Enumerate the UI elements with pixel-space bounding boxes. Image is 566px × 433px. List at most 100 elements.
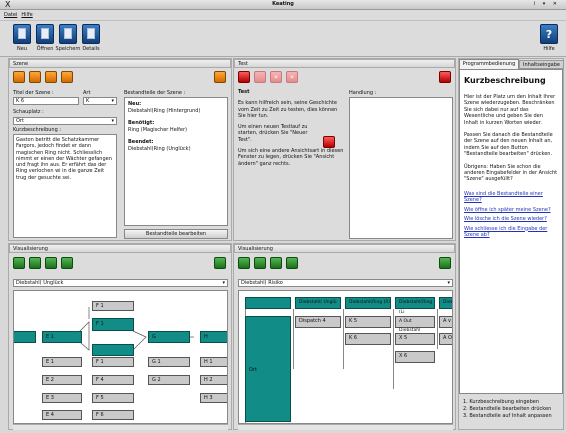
vis-cell[interactable]: Dispatch 4 bbox=[295, 316, 341, 328]
edit-parts-button[interactable]: Bestandteile bearbeiten bbox=[124, 229, 228, 239]
vis-view-button[interactable] bbox=[214, 257, 226, 269]
help-link[interactable]: Wie öffne ich später meine Szene? bbox=[464, 207, 558, 213]
vis-cell-selected[interactable]: Ort bbox=[245, 316, 291, 422]
vis-box[interactable]: H 1 bbox=[200, 357, 227, 367]
help-button[interactable]: ? Hilfe bbox=[537, 24, 561, 56]
test-info: Test Es kann hilfreich sein, seine Gesch… bbox=[238, 89, 346, 239]
horizontal-scrollbar[interactable] bbox=[13, 424, 228, 430]
scene-title-input[interactable]: K 6 bbox=[13, 97, 79, 105]
vis-box[interactable]: E 4 bbox=[42, 410, 82, 420]
test-panel-header: Test bbox=[234, 59, 455, 68]
vis-box-selected[interactable] bbox=[14, 331, 36, 343]
scene-open-button[interactable] bbox=[29, 71, 41, 83]
start-test-button[interactable] bbox=[323, 136, 335, 148]
scene-place-label: Schauplatz : bbox=[13, 109, 44, 115]
help-step: 1. Kurzbeschreibung eingeben bbox=[463, 399, 540, 405]
vis-cell[interactable]: K 6 bbox=[345, 333, 391, 345]
vis-box-selected[interactable]: E 1 bbox=[42, 331, 82, 343]
help-question-icon: ? bbox=[540, 24, 558, 44]
vis-cell[interactable]: X 6 bbox=[395, 351, 435, 363]
vis-box-selected[interactable] bbox=[92, 344, 134, 356]
vis-cell[interactable]: A O bbox=[439, 333, 452, 345]
vis-box[interactable]: E 2 bbox=[42, 375, 82, 385]
vis-cell[interactable]: X 5 bbox=[395, 333, 435, 345]
vis-copy-button[interactable] bbox=[286, 257, 298, 269]
test-paragraph-1: Es kann hilfreich sein, seine Geschichte… bbox=[238, 100, 338, 119]
vis-cell[interactable]: K 5 bbox=[345, 316, 391, 328]
scene-panel: Szene Titel der Szene : K 6 Art K ▾ Schau… bbox=[8, 58, 232, 241]
test-title: Test bbox=[238, 89, 250, 95]
vis-cell[interactable]: A Out Diebstahl bbox=[395, 316, 435, 333]
vis-box-selected[interactable]: G bbox=[148, 331, 190, 343]
test-panel: Test « » Test Es kann hilfreich sein, se… bbox=[233, 58, 456, 241]
chevron-down-icon: ▾ bbox=[111, 98, 114, 104]
help-title: Kurzbeschreibung bbox=[464, 76, 546, 85]
rewind-icon[interactable]: « bbox=[270, 71, 282, 83]
chevron-down-icon: ▾ bbox=[111, 118, 114, 124]
vis-box-selected[interactable]: H bbox=[200, 331, 227, 343]
vis-box[interactable]: F 6 bbox=[92, 410, 134, 420]
vis-check-button[interactable] bbox=[45, 257, 57, 269]
action-label: Handlung : bbox=[349, 90, 377, 96]
vis-box[interactable]: G 1 bbox=[148, 357, 190, 367]
help-paragraph-1: Hier ist der Platz um den Inhalt Ihrer S… bbox=[464, 94, 556, 126]
test-paragraph-2: Um einen neuen Testlauf zu starten, drüc… bbox=[238, 124, 308, 143]
scene-type-select[interactable]: K ▾ bbox=[83, 97, 117, 105]
tab-program-usage[interactable]: Programmbedienung bbox=[459, 59, 519, 69]
vis-box[interactable]: F 4 bbox=[92, 375, 134, 385]
test-copy-button[interactable] bbox=[254, 71, 266, 83]
scene-copy-button[interactable] bbox=[61, 71, 73, 83]
vis-new-button[interactable] bbox=[238, 257, 250, 269]
new-test-button[interactable] bbox=[238, 71, 250, 83]
vis-box[interactable]: E 1 bbox=[42, 357, 82, 367]
title-bar: X Keating i ▾ ✕ bbox=[0, 0, 566, 10]
vis-column-header[interactable]: Diebstahl(Ring (Ri bbox=[345, 297, 391, 309]
scene-parts-label: Bestandteile der Szene : bbox=[124, 90, 186, 96]
vis-box[interactable]: F 5 bbox=[92, 393, 134, 403]
scene-place-select[interactable]: Ort ▾ bbox=[13, 117, 117, 125]
window-controls[interactable]: i ▾ ✕ bbox=[534, 1, 560, 7]
vis-copy-button[interactable] bbox=[61, 257, 73, 269]
test-view-button[interactable] bbox=[439, 71, 451, 83]
vis-box[interactable]: H 2 bbox=[200, 375, 227, 385]
details-button[interactable]: Details bbox=[79, 24, 103, 56]
vis-new-button[interactable] bbox=[13, 257, 25, 269]
summary-textarea[interactable]: Gaston betritt die Schatzkammer Fargors,… bbox=[13, 134, 117, 238]
action-textarea[interactable] bbox=[349, 97, 453, 239]
parts-ended-value: Diebstahl(Ring (Unglück) bbox=[128, 145, 191, 152]
vis-open-button[interactable] bbox=[254, 257, 266, 269]
help-link[interactable]: Wie lösche ich die Szene wieder? bbox=[464, 216, 558, 222]
vis-left-select[interactable]: Diebstahl( Unglück ▾ bbox=[13, 279, 228, 287]
scene-view-button[interactable] bbox=[214, 71, 226, 83]
visualization-left-panel: Visualisierung Diebstahl( Unglück ▾ F 1 F… bbox=[8, 243, 232, 430]
vis-left-header: Visualisierung bbox=[9, 244, 231, 253]
vis-column-header[interactable]: Diebstahl(Ring (Li bbox=[395, 297, 435, 315]
vis-open-button[interactable] bbox=[29, 257, 41, 269]
scene-new-button[interactable] bbox=[13, 71, 25, 83]
vis-view-button[interactable] bbox=[439, 257, 451, 269]
menu-help[interactable]: Hilfe bbox=[21, 12, 32, 18]
vis-box-selected[interactable]: F 1 bbox=[92, 318, 134, 331]
vis-box[interactable]: H 3 bbox=[200, 393, 227, 403]
save-disk-icon bbox=[59, 24, 77, 44]
help-link[interactable]: Wie schliesse ich die Eingabe der Szene … bbox=[464, 226, 558, 239]
help-step: 2. Bestandteile bearbeiten drücken bbox=[463, 406, 552, 412]
menu-file[interactable]: Datei bbox=[4, 12, 17, 18]
vis-cell[interactable]: A v bbox=[439, 316, 452, 328]
vis-box[interactable]: F 1 bbox=[92, 301, 134, 311]
vis-box[interactable]: F 1 bbox=[92, 357, 134, 367]
horizontal-scrollbar[interactable] bbox=[238, 424, 453, 430]
vis-check-button[interactable] bbox=[270, 257, 282, 269]
fast-forward-icon[interactable]: » bbox=[286, 71, 298, 83]
vis-column-header[interactable] bbox=[245, 297, 291, 309]
help-panel: Programmbedienung Inhaltseingabe Kurzbes… bbox=[458, 58, 564, 430]
vis-column-header[interactable]: Dieb bbox=[439, 297, 452, 309]
vis-box[interactable]: G 2 bbox=[148, 375, 190, 385]
summary-label: Kurzbeschreibung : bbox=[13, 127, 62, 133]
vis-column-header[interactable]: Diebstahl( Unglü bbox=[295, 297, 341, 309]
vis-right-select[interactable]: Diebstahl( Risiko ▾ bbox=[238, 279, 453, 287]
vis-box[interactable]: E 3 bbox=[42, 393, 82, 403]
tab-content-input[interactable]: Inhaltseingabe bbox=[519, 60, 564, 69]
help-link[interactable]: Was sind die Bestandteile einer Szene? bbox=[464, 191, 558, 204]
scene-delete-button[interactable] bbox=[45, 71, 57, 83]
